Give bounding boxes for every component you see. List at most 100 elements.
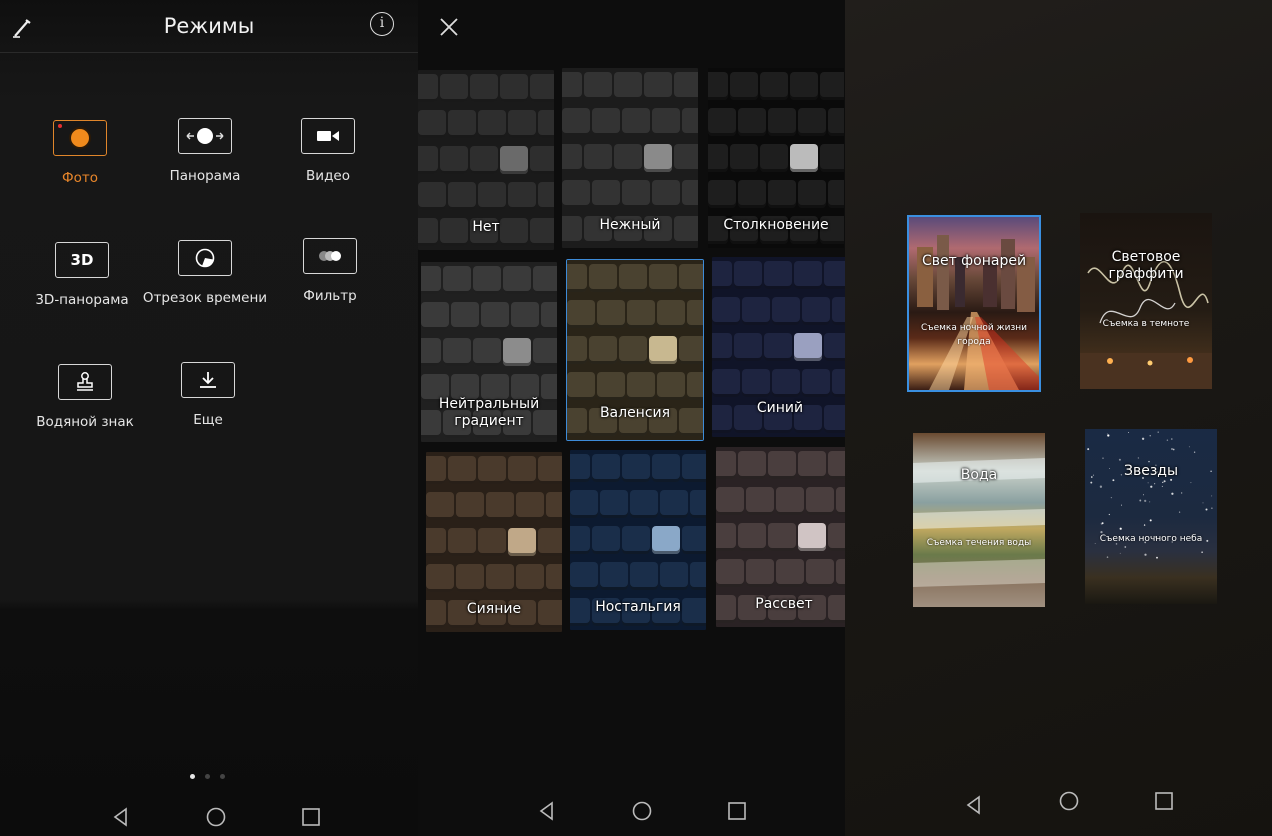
star-dot <box>1163 480 1166 483</box>
keyboard-key <box>760 144 788 172</box>
keyboard-key <box>562 108 590 136</box>
back-triangle-icon[interactable] <box>110 806 132 828</box>
keyboard-key <box>627 372 655 400</box>
filter-tile-dawn[interactable]: Рассвет <box>716 447 845 627</box>
recent-square-icon[interactable] <box>300 806 322 828</box>
star-dot <box>1202 502 1204 504</box>
keyboard-key <box>768 451 796 479</box>
recent-square-icon[interactable] <box>1153 790 1175 812</box>
keyboard-key <box>828 451 845 479</box>
keyboard-key <box>820 72 844 100</box>
filter-tile-neutral-gradient[interactable]: Нейтральный градиент <box>421 262 557 442</box>
star-dot <box>1120 504 1123 506</box>
keyboard-key <box>421 338 441 366</box>
star-dot <box>1172 448 1175 451</box>
home-circle-icon[interactable] <box>1058 790 1080 812</box>
keyboard-key <box>508 528 536 556</box>
keyboard-key <box>627 300 655 328</box>
recent-square-icon[interactable] <box>726 800 748 822</box>
keyboard-key <box>541 302 557 330</box>
keyboard-key <box>533 266 557 294</box>
card-title: Вода <box>960 467 998 483</box>
keyboard-key <box>824 261 845 289</box>
keyboard-key <box>768 108 796 136</box>
modes-screen: Режимы i Фото Панорама Видео 3D 3D-панор <box>0 0 418 836</box>
3d-icon-text: 3D <box>70 251 94 269</box>
filter-tile-valencia[interactable]: Валенсия <box>566 259 704 441</box>
keyboard-key <box>806 559 834 587</box>
star-dot <box>1157 431 1159 433</box>
keyboard-key <box>760 72 788 100</box>
video-icon <box>301 118 355 154</box>
keyboard-key <box>478 528 506 556</box>
home-circle-icon[interactable] <box>205 806 227 828</box>
filters-screen: Нет Нежный Столкновение Нейтральный град… <box>418 0 845 836</box>
keyboard-key <box>538 528 562 556</box>
system-navbar <box>418 788 845 836</box>
keyboard-key <box>802 297 830 325</box>
filter-tile-soft[interactable]: Нежный <box>562 68 698 248</box>
keyboard-key <box>798 451 826 479</box>
info-icon[interactable]: i <box>370 12 394 36</box>
star-dot <box>1211 495 1213 497</box>
star-dot <box>1201 551 1203 553</box>
filter-label: Ностальгия <box>595 599 681 615</box>
keyboard-key <box>776 487 804 515</box>
star-dot <box>1149 435 1151 437</box>
keyboard-key <box>567 372 595 400</box>
star-dot <box>1147 482 1149 484</box>
keyboard-key <box>508 110 536 138</box>
star-dot <box>1090 481 1093 484</box>
keyboard-key <box>614 72 642 100</box>
filter-tile-none[interactable]: Нет <box>418 70 554 250</box>
keyboard-key <box>660 562 688 590</box>
keyboard-key <box>764 261 792 289</box>
keyboard-key <box>478 110 506 138</box>
keyboard-key <box>708 72 728 100</box>
keyboard-key <box>426 528 446 556</box>
keyboard-key <box>649 264 677 292</box>
keyboard-key <box>503 266 531 294</box>
keyboard-key <box>712 297 740 325</box>
card-subtitle: Съемка ночной жизни города <box>920 323 1028 347</box>
keyboard-key <box>567 264 587 292</box>
keyboard-key <box>790 72 818 100</box>
filter-tile-nostalgia[interactable]: Ностальгия <box>570 450 706 630</box>
star-dot <box>1106 556 1109 558</box>
keyboard-key <box>533 338 557 366</box>
back-triangle-icon[interactable] <box>963 794 985 816</box>
night-card-light-graffiti[interactable]: Световое граффити Съемка в темноте <box>1080 213 1212 389</box>
back-triangle-icon[interactable] <box>536 800 558 822</box>
keyboard-key <box>660 490 688 518</box>
home-circle-icon[interactable] <box>631 800 653 822</box>
mode-more[interactable]: Еще <box>133 362 283 428</box>
night-card-water[interactable]: Вода Съемка течения воды <box>913 433 1045 607</box>
keyboard-key <box>500 74 528 102</box>
mode-video[interactable]: Видео <box>253 118 403 184</box>
filter-tile-collision[interactable]: Столкновение <box>708 68 844 248</box>
keyboard-key <box>478 456 506 484</box>
night-card-stars[interactable]: Звезды Съемка ночного неба <box>1085 429 1217 604</box>
filter-label: Столкновение <box>723 217 829 233</box>
keyboard-key <box>742 369 770 397</box>
keyboard-key <box>674 144 698 172</box>
keyboard-key <box>456 564 484 592</box>
keyboard-key <box>470 146 498 174</box>
keyboard-key <box>734 333 762 361</box>
keyboard-key <box>712 333 732 361</box>
keyboard-key <box>503 338 531 366</box>
filter-tile-blue[interactable]: Синий <box>712 257 845 437</box>
keyboard-key <box>443 338 471 366</box>
filter-tile-glow[interactable]: Сияние <box>426 452 562 632</box>
page-dot <box>220 774 225 779</box>
mode-filter[interactable]: Фильтр <box>255 238 405 304</box>
close-icon[interactable] <box>438 16 460 38</box>
keyboard-key <box>746 487 774 515</box>
keyboard-key <box>478 182 506 210</box>
keyboard-key <box>734 261 762 289</box>
night-card-street-lights[interactable]: Свет фонарей Съемка ночной жизни города <box>907 215 1041 392</box>
keyboard-key <box>516 564 544 592</box>
keyboard-key <box>657 372 685 400</box>
filter-label: Валенсия <box>599 405 671 421</box>
star-dot <box>1119 527 1122 530</box>
